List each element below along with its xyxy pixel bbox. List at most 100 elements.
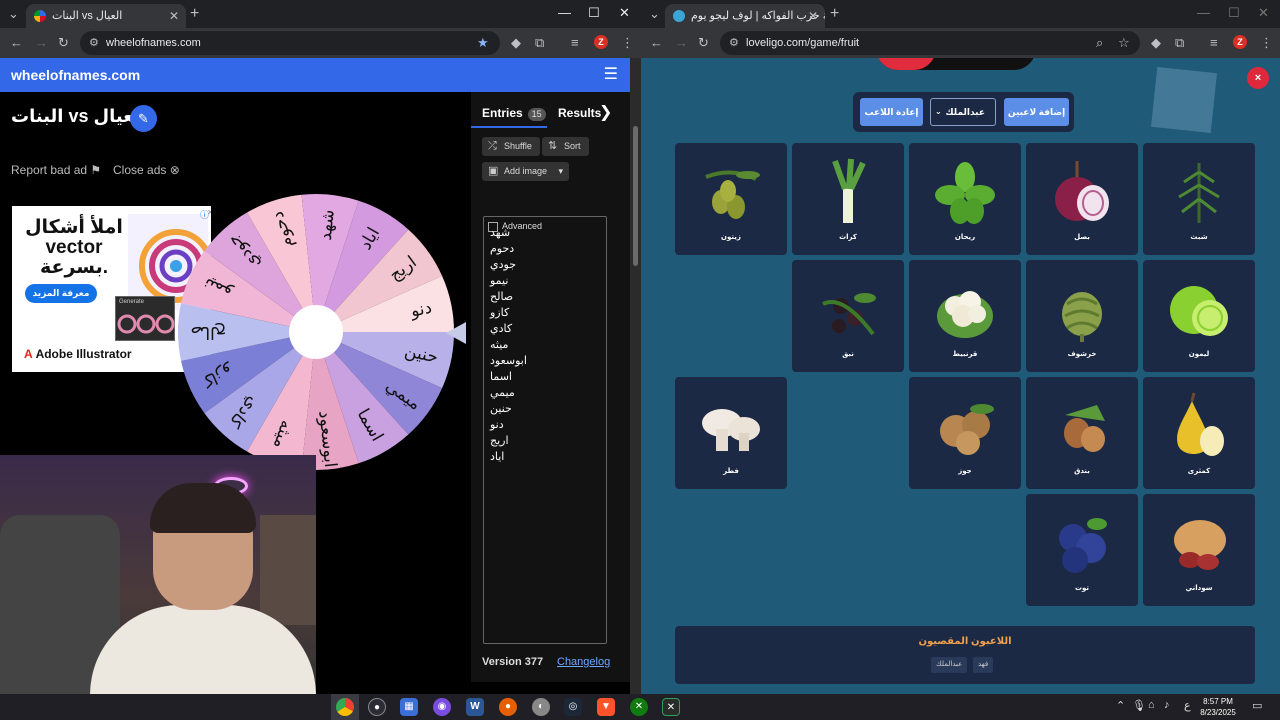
site-info-icon[interactable]: ⚙: [729, 31, 739, 55]
close-ads-label: Close ads: [113, 163, 167, 177]
fruit-card[interactable]: توت: [1026, 494, 1138, 606]
tab-wheel[interactable]: البنات vs العيال ✕: [26, 4, 186, 28]
tab-close-icon[interactable]: ✕: [169, 4, 179, 28]
menu-dots-icon[interactable]: ⋮: [621, 34, 634, 52]
reload-icon[interactable]: ↻: [58, 34, 69, 52]
tray-volume-icon[interactable]: ♪: [1164, 699, 1170, 711]
fruit-card[interactable]: خرشوف: [1026, 260, 1138, 372]
tray-notification-icon[interactable]: ▭: [1252, 699, 1262, 712]
left-scrollbar-thumb[interactable]: [633, 126, 638, 266]
fruit-card[interactable]: بندق: [1026, 377, 1138, 489]
entries-textarea[interactable]: شهد دحوم جودي نيمو صالح كازو كادي ميثه ابوسعود اس…: [483, 216, 607, 644]
extensions-puzzle-icon[interactable]: ⧉: [1175, 34, 1184, 52]
media-icon[interactable]: ≡: [1210, 34, 1218, 52]
tray-network-icon[interactable]: ⌂: [1148, 699, 1155, 711]
fruit-card[interactable]: كمثرى: [1143, 377, 1255, 489]
taskbar-obs-icon[interactable]: ●: [368, 698, 386, 716]
forward-arrow-icon[interactable]: →: [35, 34, 48, 52]
new-tab-button[interactable]: +: [830, 4, 839, 24]
tab-fruit-game[interactable]: لعبة حرب الفواكه | لوف ليجو يوم ✕: [665, 4, 825, 28]
tab-entries[interactable]: Entries 15: [482, 106, 546, 121]
media-icon[interactable]: ≡: [571, 34, 579, 52]
address-bar[interactable]: ⚙ loveligo.com/game/fruit: [720, 31, 1140, 55]
profile-avatar[interactable]: Z: [1233, 35, 1247, 49]
entry-line: ابوسعود: [490, 355, 527, 367]
menu-dots-icon[interactable]: ⋮: [1260, 34, 1273, 52]
close-ads-link[interactable]: Close ads ⊗: [113, 163, 180, 177]
add-image-button[interactable]: ▣ Add image ▾: [482, 162, 570, 181]
reload-icon[interactable]: ↻: [698, 34, 709, 52]
name-wheel[interactable]: اياداريجدنوحنينميمياسماابوسعودميثهكاديكا…: [177, 193, 455, 471]
left-tab-bar: ⌄ البنات vs العيال ✕ + — ☐ ✕: [0, 0, 641, 28]
fruit-card[interactable]: ريحان: [909, 143, 1021, 255]
profile-avatar[interactable]: Z: [594, 35, 608, 49]
extension-diamond-icon[interactable]: ◆: [511, 34, 521, 52]
taskbar-clock[interactable]: 8:57 PM 8/23/2025: [1196, 696, 1240, 718]
panel-next-arrow-icon[interactable]: ❯: [599, 102, 612, 122]
tab-results[interactable]: Results: [558, 106, 601, 120]
maximize-button[interactable]: ☐: [1228, 4, 1240, 22]
minimize-button[interactable]: —: [558, 4, 571, 22]
tab-close-icon[interactable]: ✕: [808, 4, 818, 28]
taskbar-xbox-icon[interactable]: ✕: [630, 698, 648, 716]
tray-chevron-up-icon[interactable]: ⌃: [1116, 699, 1125, 712]
fruit-card[interactable]: جوز: [909, 377, 1021, 489]
wheel-center-button[interactable]: [289, 305, 343, 359]
taskbar-chrome-icon[interactable]: [336, 698, 354, 716]
close-window-button[interactable]: ✕: [1258, 4, 1269, 22]
mushroom-icon: [702, 409, 760, 451]
sort-button[interactable]: ⇅ Sort: [542, 137, 589, 156]
fruit-card[interactable]: كراث: [792, 143, 904, 255]
fruit-card[interactable]: قرنبيط: [909, 260, 1021, 372]
address-bar[interactable]: ⚙ wheelofnames.com: [80, 31, 500, 55]
taskbar-discord-icon[interactable]: ◉: [433, 698, 451, 716]
minimize-button[interactable]: —: [1197, 4, 1210, 22]
tab-search-icon[interactable]: ⌄: [649, 5, 660, 23]
taskbar-app-icon[interactable]: ◐: [532, 698, 550, 716]
left-scrollbar[interactable]: [630, 58, 641, 694]
fruit-card-label: زيتون: [721, 234, 741, 241]
forward-arrow-icon[interactable]: →: [675, 34, 688, 52]
hamburger-menu-icon[interactable]: ☰: [604, 64, 618, 84]
fruit-card[interactable]: زيتون: [675, 143, 787, 255]
player-select[interactable]: ⌄ عبدالملك: [930, 98, 996, 126]
changelog-link[interactable]: Changelog: [557, 656, 610, 668]
site-logo[interactable]: wheelofnames.com: [11, 67, 140, 83]
tray-language[interactable]: ع: [1184, 699, 1191, 712]
tray-mic-icon[interactable]: 🎙︎: [1132, 699, 1146, 712]
taskbar-store-icon[interactable]: ▦: [400, 698, 418, 716]
report-bad-ad-link[interactable]: Report bad ad ⚑: [11, 163, 101, 177]
taskbar-word-icon[interactable]: W: [466, 698, 484, 716]
extensions-puzzle-icon[interactable]: ⧉: [535, 34, 544, 52]
zoom-search-icon[interactable]: ⌕: [1096, 34, 1103, 52]
wheel-pointer-icon: [446, 322, 466, 344]
add-players-button[interactable]: إضافة لاعبين: [1004, 98, 1069, 126]
taskbar-excel-icon[interactable]: ✕: [662, 698, 680, 716]
fruit-card[interactable]: سوداني: [1143, 494, 1255, 606]
site-info-icon[interactable]: ⚙: [89, 31, 99, 55]
shuffle-button[interactable]: ⤮ Shuffle: [482, 137, 540, 156]
edit-title-pencil-icon[interactable]: ✎: [130, 105, 157, 132]
taskbar-steam-icon[interactable]: ◎: [564, 698, 582, 716]
fruit-card[interactable]: ليمون: [1143, 260, 1255, 372]
back-arrow-icon[interactable]: ←: [10, 34, 23, 52]
ad-cta-button[interactable]: معرفة المزيد: [25, 284, 97, 303]
close-window-button[interactable]: ✕: [619, 4, 630, 22]
tab-search-icon[interactable]: ⌄: [8, 5, 19, 23]
new-tab-button[interactable]: +: [190, 4, 199, 24]
fruit-card[interactable]: فطر: [675, 377, 787, 489]
fruit-card[interactable]: شبث: [1143, 143, 1255, 255]
tab-entries-label: Entries: [482, 106, 523, 120]
maximize-button[interactable]: ☐: [588, 4, 600, 22]
bookmark-star-icon[interactable]: ☆: [1118, 34, 1130, 52]
fruit-card[interactable]: نبق: [792, 260, 904, 372]
extension-diamond-icon[interactable]: ◆: [1151, 34, 1161, 52]
taskbar-brave-icon[interactable]: ▼: [597, 698, 615, 716]
close-circle-icon: ⊗: [169, 163, 180, 177]
back-arrow-icon[interactable]: ←: [650, 34, 663, 52]
bookmark-star-icon[interactable]: ★: [477, 34, 489, 52]
fruit-card[interactable]: بصل: [1026, 143, 1138, 255]
taskbar-firefox-icon[interactable]: ●: [499, 698, 517, 716]
reset-player-button[interactable]: إعادة اللاعب: [860, 98, 923, 126]
game-close-button[interactable]: ×: [1247, 67, 1269, 89]
